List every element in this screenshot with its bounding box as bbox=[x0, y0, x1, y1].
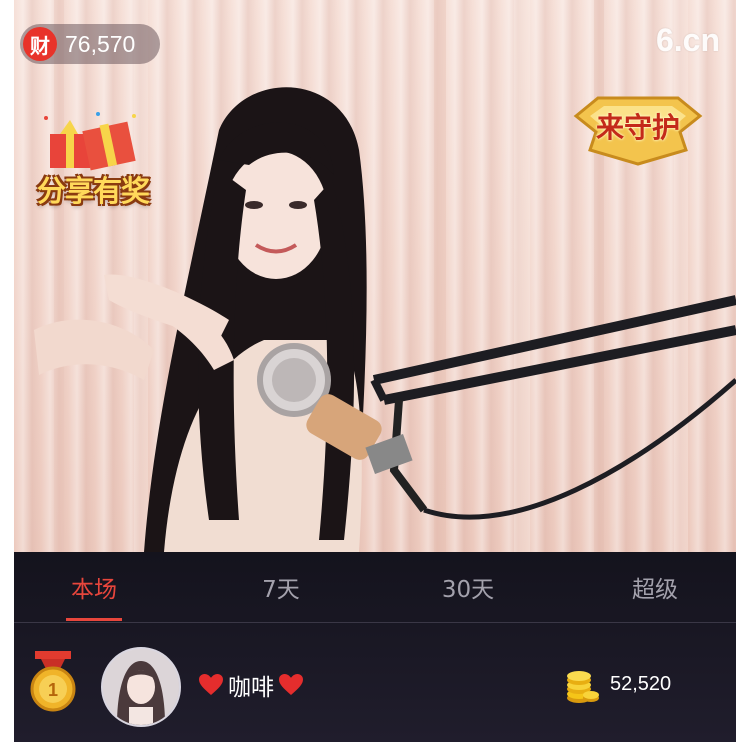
heart-icon bbox=[199, 674, 223, 695]
wealth-badge[interactable]: 财 76,570 bbox=[20, 24, 160, 64]
gift-box-icon bbox=[44, 112, 136, 171]
live-video[interactable]: 财 76,570 6.cn 分享有奖 来守护 bbox=[14, 0, 736, 552]
gold-medal-icon: 1 bbox=[29, 651, 77, 713]
performer-video-image bbox=[34, 0, 736, 552]
user-name-text: 咖啡 bbox=[228, 675, 274, 701]
site-logo: 6.cn bbox=[655, 22, 720, 58]
guard-button[interactable]: 来守护 bbox=[568, 88, 708, 168]
rank-number: 1 bbox=[48, 680, 58, 700]
tab-30-days[interactable]: 30天 bbox=[398, 552, 538, 622]
wealth-icon: 财 bbox=[23, 27, 57, 61]
tab-7-days[interactable]: 7天 bbox=[211, 552, 351, 622]
tab-this-show[interactable]: 本场 bbox=[24, 552, 164, 622]
share-reward-label: 分享有奖 bbox=[36, 174, 150, 208]
share-reward-button[interactable]: 分享有奖 bbox=[18, 98, 168, 213]
gold-coins-icon bbox=[567, 671, 599, 703]
wealth-value: 76,570 bbox=[65, 30, 136, 57]
user-name[interactable]: 咖啡 bbox=[198, 668, 304, 702]
ranking-panel: 本场 7天 30天 超级 1 咖啡 52,520 bbox=[14, 552, 736, 742]
contribution-score: 52,520 bbox=[610, 673, 672, 695]
avatar[interactable] bbox=[101, 647, 181, 727]
ranking-tabs: 本场 7天 30天 超级 bbox=[14, 552, 736, 623]
live-room: 财 76,570 6.cn 分享有奖 来守护 本场 7天 30天 超级 1 咖啡… bbox=[14, 0, 736, 742]
ranking-row[interactable]: 1 咖啡 52,520 bbox=[14, 623, 736, 742]
tab-super[interactable]: 超级 bbox=[585, 552, 725, 622]
active-tab-indicator bbox=[66, 618, 122, 621]
guard-label: 来守护 bbox=[595, 111, 680, 144]
heart-icon bbox=[279, 674, 303, 695]
